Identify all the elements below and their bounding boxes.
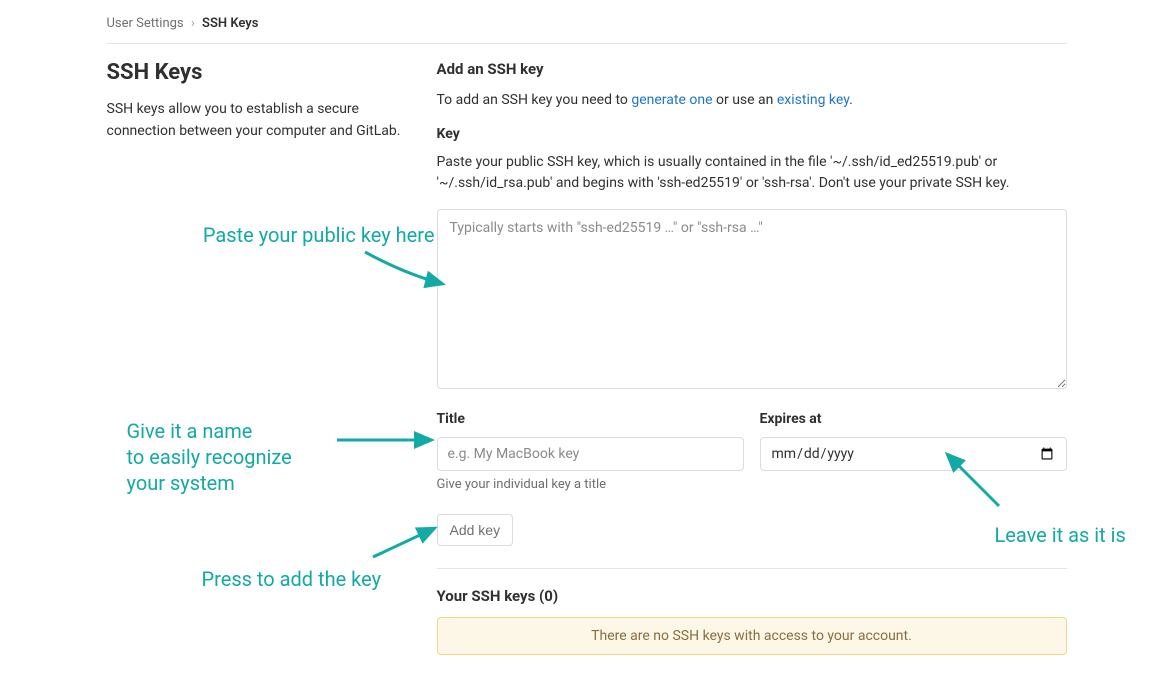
page-description: SSH keys allow you to establish a secure…	[107, 99, 417, 142]
generate-one-link[interactable]: generate one	[631, 92, 712, 108]
key-help: Paste your public SSH key, which is usua…	[437, 152, 1067, 195]
add-key-intro: To add an SSH key you need to generate o…	[437, 90, 1067, 112]
title-input[interactable]	[437, 437, 744, 471]
expires-input[interactable]	[760, 437, 1067, 471]
expires-label: Expires at	[760, 411, 1067, 427]
sidebar-description: SSH Keys SSH keys allow you to establish…	[107, 60, 417, 655]
title-help: Give your individual key a title	[437, 477, 744, 492]
main-content: Add an SSH key To add an SSH key you nee…	[437, 60, 1067, 655]
add-key-button[interactable]: Add key	[437, 514, 514, 546]
breadcrumb-current: SSH Keys	[202, 16, 258, 31]
key-textarea[interactable]	[437, 209, 1067, 389]
title-label: Title	[437, 411, 744, 427]
key-label: Key	[437, 126, 1067, 142]
page-title: SSH Keys	[107, 60, 417, 85]
chevron-right-icon: ›	[191, 16, 195, 31]
breadcrumb-parent[interactable]: User Settings	[107, 16, 184, 31]
divider	[437, 568, 1067, 569]
add-key-heading: Add an SSH key	[437, 60, 1067, 78]
your-keys-heading: Your SSH keys (0)	[437, 587, 1067, 605]
empty-keys-message: There are no SSH keys with access to you…	[437, 617, 1067, 655]
existing-key-link[interactable]: existing key	[777, 92, 849, 108]
breadcrumb: User Settings › SSH Keys	[107, 10, 1067, 44]
